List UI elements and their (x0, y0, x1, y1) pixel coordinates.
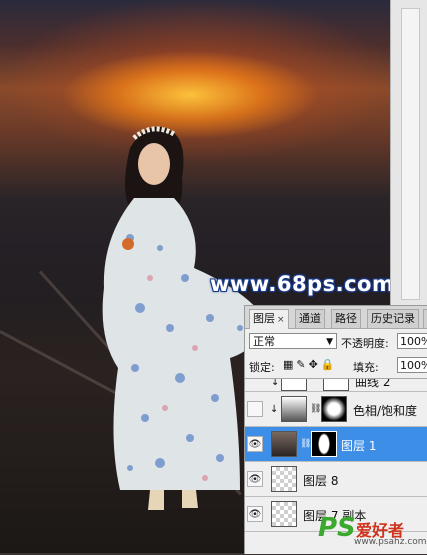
lock-icons: ▦✎✥🔒 (283, 358, 338, 371)
chevron-down-icon: ▼ (326, 337, 333, 347)
tab-paths[interactable]: 路径 (331, 309, 361, 328)
layer-row-curves[interactable]: ↓ 曲线 2 (245, 378, 427, 392)
curves-adjustment-thumb (281, 379, 307, 391)
visibility-toggle[interactable] (247, 401, 263, 417)
lock-move-icon[interactable]: ✥ (309, 358, 321, 371)
layer-name: 色相/饱和度 (353, 404, 418, 418)
eye-icon[interactable]: 👁 (247, 436, 263, 452)
blend-mode-value: 正常 (253, 335, 275, 348)
layer-mask-thumb (323, 379, 349, 391)
face (138, 143, 170, 185)
blend-mode-select[interactable]: 正常 ▼ (249, 333, 337, 349)
layer-row-layer-8[interactable]: 👁 图层 8 (245, 462, 427, 497)
fill-input[interactable]: 100% (397, 357, 427, 373)
panel-tabs: 图层 × 通道 路径 历史记录 (245, 306, 427, 329)
blend-opacity-row: 正常 ▼ 不透明度: 100% (245, 332, 427, 352)
tab-more[interactable] (423, 309, 427, 328)
lock-fill-row: 锁定: ▦✎✥🔒 填充: 100% (245, 356, 427, 376)
layer-row-layer-1[interactable]: 👁 ⛓ 图层 1 (245, 427, 427, 462)
woman-figure (102, 126, 262, 510)
layer-row-hue-saturation[interactable]: ↓ ⛓ 色相/饱和度 (245, 392, 427, 427)
layer-image-thumb (271, 431, 297, 457)
opacity-input[interactable]: 100% (397, 333, 427, 349)
fill-label: 填充: (353, 361, 379, 374)
canvas-scrollbar[interactable] (390, 0, 427, 305)
bouquet (122, 238, 134, 250)
site-logo: PS 爱好者 www.psahz.com (318, 513, 427, 551)
clip-arrow-icon: ↓ (270, 404, 279, 415)
logo-url: www.psahz.com (354, 537, 427, 547)
layer-name: 图层 8 (303, 474, 339, 488)
eye-icon[interactable]: 👁 (247, 471, 263, 487)
tab-paths-label: 路径 (335, 312, 357, 325)
opacity-label: 不透明度: (341, 337, 389, 350)
hue-saturation-adjustment-thumb (281, 396, 307, 422)
tab-channels[interactable]: 通道 (295, 309, 325, 328)
logo-ps: PS (318, 513, 356, 543)
chain-link-icon: ⛓ (300, 439, 312, 449)
tab-layers[interactable]: 图层 × (249, 309, 289, 329)
chain-link-icon: ⛓ (310, 404, 322, 414)
tab-history[interactable]: 历史记录 (367, 309, 419, 328)
feet (148, 490, 198, 510)
lock-brush-icon[interactable]: ✎ (296, 358, 308, 371)
close-icon[interactable]: × (277, 315, 285, 325)
layer-mask-thumb (311, 431, 337, 457)
layer-name: 图层 1 (341, 439, 377, 453)
lock-transparent-icon[interactable]: ▦ (283, 358, 296, 371)
lock-label: 锁定: (249, 361, 275, 374)
layer-name: 曲线 2 (355, 378, 391, 389)
lock-all-icon[interactable]: 🔒 (321, 358, 338, 371)
tab-layers-label: 图层 (253, 312, 275, 325)
tab-history-label: 历史记录 (371, 312, 415, 325)
clip-arrow-icon: ↓ (271, 378, 280, 388)
tab-channels-label: 通道 (299, 312, 321, 325)
layer-image-thumb (271, 501, 297, 527)
layer-image-thumb (271, 466, 297, 492)
eye-icon[interactable]: 👁 (247, 506, 263, 522)
watermark-text: www.68ps.com (210, 272, 390, 296)
scrollbar-thumb[interactable] (401, 8, 420, 300)
layer-mask-thumb (321, 396, 347, 422)
